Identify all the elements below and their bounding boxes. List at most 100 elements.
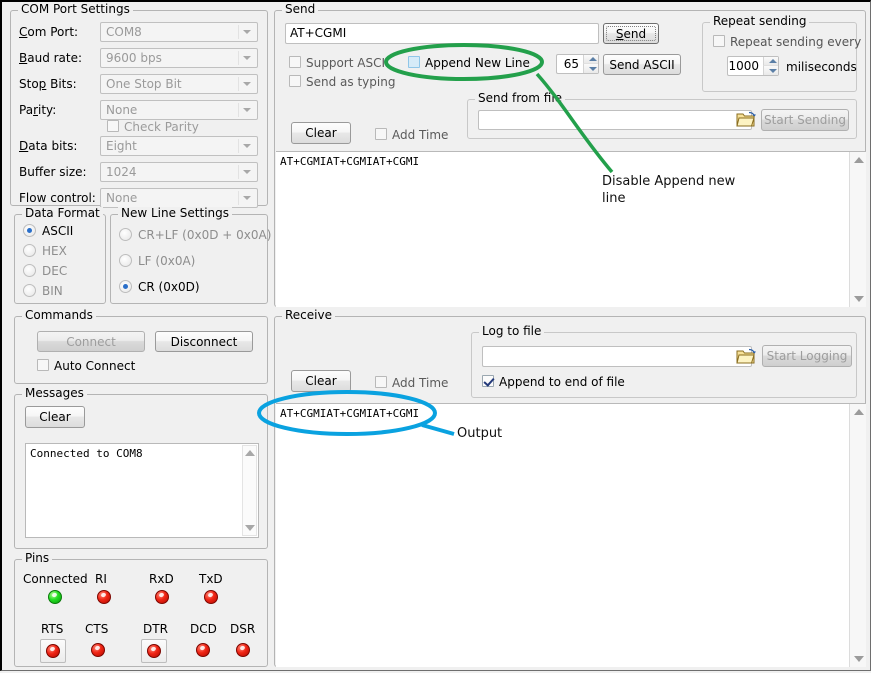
spinner-down-button[interactable] (763, 66, 778, 75)
repeat-sending-title: Repeat sending (710, 15, 809, 27)
send-clear-button[interactable]: Clear (291, 122, 351, 144)
messages-clear-button[interactable]: Clear (25, 406, 85, 428)
send-ascii-button[interactable]: Send ASCII (603, 54, 681, 75)
messages-log[interactable]: Connected to COM8 (25, 443, 259, 538)
scroll-down-icon[interactable] (245, 525, 255, 531)
pin-led-connected (48, 590, 62, 604)
radio-data-format-dec[interactable]: DEC (23, 264, 67, 278)
folder-open-icon[interactable] (736, 348, 756, 365)
start-sending-label: Start Sending (764, 113, 846, 127)
scroll-up-icon[interactable] (854, 157, 864, 163)
messages-group: Messages Clear Connected to COM8 (14, 394, 268, 549)
receive-group: Receive Clear Add Time Log to file (274, 316, 866, 667)
append-new-line-checkbox[interactable]: Append New Line (408, 56, 530, 70)
parity-value: None (106, 103, 137, 117)
combo-separator (238, 139, 239, 153)
radio-newline-lf[interactable]: LF (0x0A) (119, 254, 195, 268)
scroll-down-icon[interactable] (854, 656, 864, 662)
send-add-time-checkbox[interactable]: Add Time (375, 128, 448, 142)
pin-led-dsr (236, 643, 250, 657)
receive-clear-button[interactable]: Clear (291, 370, 351, 392)
send-command-input[interactable]: AT+CGMI (285, 23, 599, 44)
append-to-end-checkbox[interactable]: Append to end of file (482, 375, 625, 389)
spinner-up-button[interactable] (583, 55, 598, 64)
connect-button-label: Connect (66, 335, 116, 349)
stop-bits-select[interactable]: One Stop Bit (100, 74, 258, 94)
support-ascii-checkbox[interactable]: Support ASCII (289, 56, 389, 70)
scroll-up-icon[interactable] (854, 409, 864, 415)
auto-connect-checkbox[interactable]: Auto Connect (37, 359, 135, 373)
send-clear-label: Clear (305, 126, 336, 140)
com-port-settings-title: COM Port Settings (18, 3, 133, 15)
flow-control-select[interactable]: None (100, 188, 258, 208)
pin-led-txd (204, 590, 218, 604)
receive-add-time-checkbox[interactable]: Add Time (375, 376, 448, 390)
log-to-file-title: Log to file (479, 325, 544, 337)
flow-control-value: None (106, 191, 137, 205)
start-logging-button[interactable]: Start Logging (762, 345, 852, 367)
receive-log-scrollbar[interactable] (849, 404, 866, 667)
start-logging-label: Start Logging (767, 349, 848, 363)
radio-newline-crlf[interactable]: CR+LF (0x0D + 0x0A) (119, 228, 271, 242)
pin-led-dcd (196, 643, 210, 657)
parity-select[interactable]: None (100, 100, 258, 120)
annotation-text-output: Output (457, 425, 502, 442)
repeat-interval-spinner[interactable]: 1000 (727, 56, 779, 76)
disconnect-button[interactable]: Disconnect (155, 331, 253, 352)
send-add-time-label: Add Time (392, 128, 448, 142)
chevron-down-icon (243, 82, 251, 86)
commands-title: Commands (22, 309, 96, 321)
messages-clear-label: Clear (39, 410, 70, 424)
send-log[interactable]: AT+CGMIAT+CGMIAT+CGMI (276, 151, 866, 307)
data-format-title: Data Format (22, 207, 103, 219)
send-as-typing-checkbox[interactable]: Send as typing (289, 75, 395, 89)
data-bits-select[interactable]: Eight (100, 136, 258, 156)
folder-open-icon[interactable] (736, 111, 756, 128)
label-stop-bits: Stop Bits: (19, 77, 77, 91)
pin-label-rts: RTS (41, 622, 63, 636)
radio-dot (119, 228, 132, 241)
radio-data-format-ascii[interactable]: ASCII (23, 224, 73, 238)
scroll-down-icon[interactable] (854, 296, 864, 302)
checkbox-box (375, 376, 387, 388)
send-log-scrollbar[interactable] (849, 152, 866, 307)
radio-newline-cr[interactable]: CR (0x0D) (119, 280, 200, 294)
send-from-file-path-input[interactable] (478, 110, 752, 130)
radio-dot (23, 244, 36, 257)
scroll-up-icon[interactable] (245, 450, 255, 456)
messages-scrollbar[interactable] (242, 445, 257, 536)
pin-label-ri: RI (95, 572, 107, 586)
pin-toggle-dtr[interactable] (141, 639, 167, 663)
ascii-code-spinner[interactable]: 65 (556, 54, 599, 74)
send-log-text: AT+CGMIAT+CGMIAT+CGMI (280, 155, 846, 169)
radio-dot (119, 280, 132, 293)
chevron-down-icon (243, 56, 251, 60)
pin-led-rts (46, 644, 60, 658)
buffer-size-select[interactable]: 1024 (100, 162, 258, 182)
receive-log[interactable]: AT+CGMIAT+CGMIAT+CGMI (276, 403, 866, 667)
send-button[interactable]: Send (603, 23, 659, 44)
pin-label-txd: TxD (199, 572, 223, 586)
log-to-file-path-input[interactable] (482, 346, 752, 367)
baud-rate-select[interactable]: 9600 bps (100, 48, 258, 68)
receive-title: Receive (282, 309, 335, 321)
com-port-select[interactable]: COM8 (100, 22, 258, 42)
spinner-down-button[interactable] (583, 64, 598, 73)
pin-toggle-rts[interactable] (40, 639, 66, 663)
check-parity-checkbox[interactable]: Check Parity (107, 120, 199, 134)
radio-data-format-bin[interactable]: BIN (23, 284, 63, 298)
send-from-file-title: Send from file (475, 92, 565, 104)
connect-button[interactable]: Connect (37, 331, 145, 352)
receive-add-time-label: Add Time (392, 376, 448, 390)
start-sending-button[interactable]: Start Sending (761, 109, 849, 131)
label-com-port: Com Port: (19, 25, 78, 39)
stop-bits-value: One Stop Bit (106, 77, 182, 91)
radio-label: BIN (42, 284, 63, 298)
send-ascii-label: Send ASCII (609, 58, 674, 72)
radio-data-format-hex[interactable]: HEX (23, 244, 67, 258)
repeat-sending-checkbox[interactable]: Repeat sending every (713, 35, 861, 49)
auto-connect-label: Auto Connect (54, 359, 135, 373)
send-as-typing-label: Send as typing (306, 75, 395, 89)
spinner-up-button[interactable] (763, 57, 778, 66)
send-group: Send AT+CGMI Send Support ASCII Append N… (274, 10, 866, 307)
